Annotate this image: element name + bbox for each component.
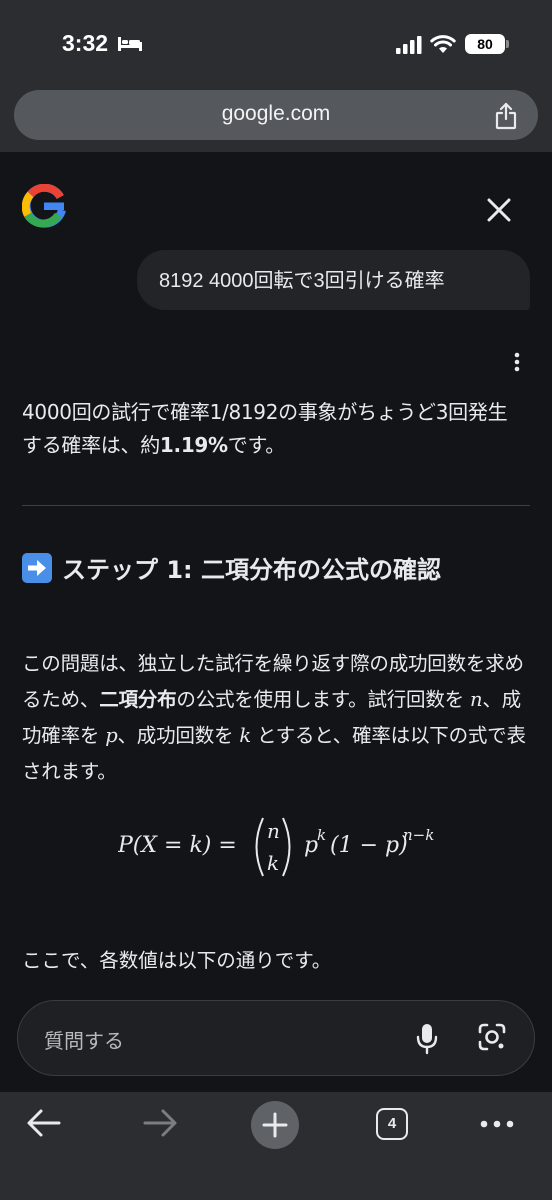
svg-text:P(X = k) =: P(X = k) = (118, 833, 237, 858)
svg-text:k: k (317, 826, 326, 844)
step-heading: ステップ 1: 二項分布の公式の確認 (22, 552, 482, 588)
status-time: 3:32 (62, 30, 109, 56)
svg-text:n: n (267, 819, 280, 843)
status-bar: 3:32 80 (0, 0, 552, 86)
binomial-formula: P(X = k) = n k p k (1 − p) n−k (118, 817, 434, 877)
bed-icon (118, 37, 142, 51)
more-menu-icon[interactable] (480, 1120, 514, 1128)
bottom-toolbar: 4 (0, 1092, 552, 1200)
divider (22, 505, 530, 506)
close-icon[interactable] (486, 197, 512, 223)
ask-input[interactable]: 質問する (17, 1000, 535, 1076)
svg-text:n−k: n−k (403, 826, 434, 844)
back-arrow-icon[interactable] (26, 1108, 62, 1138)
google-lens-icon[interactable] (478, 1023, 506, 1051)
google-logo (22, 184, 66, 228)
wifi-icon (430, 35, 456, 53)
forward-arrow-icon[interactable] (142, 1108, 178, 1138)
answer-probability: 1.19% (159, 433, 228, 457)
microphone-icon[interactable] (416, 1023, 438, 1055)
url-text: google.com (221, 102, 331, 125)
svg-text:p: p (304, 833, 318, 858)
share-icon[interactable] (494, 102, 518, 130)
more-options-icon[interactable] (514, 352, 520, 372)
note-text: ここで、各数値は以下の通りです。 (22, 949, 332, 972)
signal-icon (396, 36, 422, 54)
battery-tip (506, 40, 509, 48)
plus-icon (262, 1112, 288, 1138)
user-query-bubble: 8192 4000回転で3回引ける確率 (137, 250, 530, 310)
step-description: この問題は、独立した試行を繰り返す際の成功回数を求めるため、二項分布の公式を使用… (22, 652, 526, 783)
svg-text:(1 − p): (1 − p) (330, 833, 408, 858)
ask-placeholder: 質問する (44, 1029, 124, 1053)
battery-level: 80 (465, 34, 505, 54)
answer-summary: 4000回の試行で確率1/8192の事象がちょうど3回発生する確率は、約1.19… (22, 400, 508, 457)
arrow-right-icon (22, 553, 52, 583)
new-tab-button[interactable] (251, 1101, 299, 1149)
svg-text:k: k (267, 851, 279, 875)
address-bar[interactable]: google.com (14, 90, 538, 140)
main-content: 8192 4000回転で3回引ける確率 4000回の試行で確率1/8192の事象… (0, 152, 552, 1092)
tab-switcher-button[interactable]: 4 (376, 1108, 408, 1140)
